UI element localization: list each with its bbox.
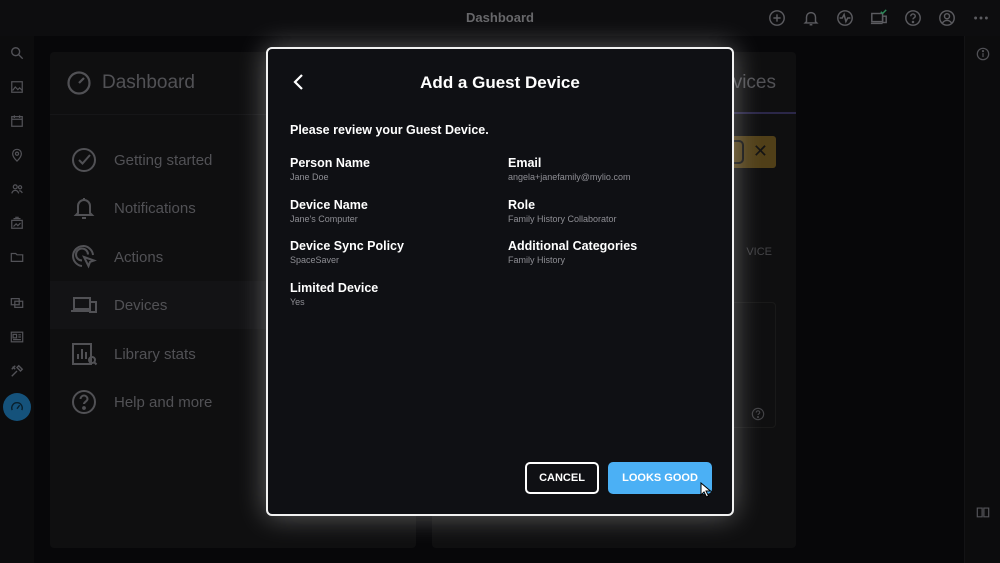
field-value: Family History Collaborator <box>508 214 617 224</box>
add-guest-device-dialog: Add a Guest Device Please review your Gu… <box>266 47 734 516</box>
field-label: Limited Device <box>290 281 379 295</box>
field-device-sync-policy: Device Sync Policy SpaceSaver <box>290 239 500 265</box>
looks-good-button[interactable]: LOOKS GOOD <box>608 462 712 494</box>
field-limited-device: Limited Device Yes <box>290 281 500 307</box>
field-value: Jane Doe <box>290 172 329 182</box>
field-label: Additional Categories <box>508 239 638 253</box>
field-email: Email angela+janefamily@mylio.com <box>508 156 718 182</box>
field-value: Jane's Computer <box>290 214 358 224</box>
dialog-title: Add a Guest Device <box>420 73 580 92</box>
mouse-pointer-icon <box>700 482 712 498</box>
field-label: Device Name <box>290 198 368 212</box>
field-value: angela+janefamily@mylio.com <box>508 172 631 182</box>
field-value: SpaceSaver <box>290 255 340 265</box>
dialog-intro: Please review your Guest Device. <box>290 123 489 137</box>
field-label: Device Sync Policy <box>290 239 404 253</box>
field-additional-categories: Additional Categories Family History <box>508 239 718 265</box>
cancel-button[interactable]: CANCEL <box>525 462 599 494</box>
field-device-name: Device Name Jane's Computer <box>290 198 500 224</box>
field-role: Role Family History Collaborator <box>508 198 718 224</box>
field-person-name: Person Name Jane Doe <box>290 156 500 182</box>
field-label: Person Name <box>290 156 370 170</box>
field-label: Email <box>508 156 542 170</box>
field-label: Role <box>508 198 536 212</box>
field-value: Yes <box>290 297 305 307</box>
field-value: Family History <box>508 255 566 265</box>
